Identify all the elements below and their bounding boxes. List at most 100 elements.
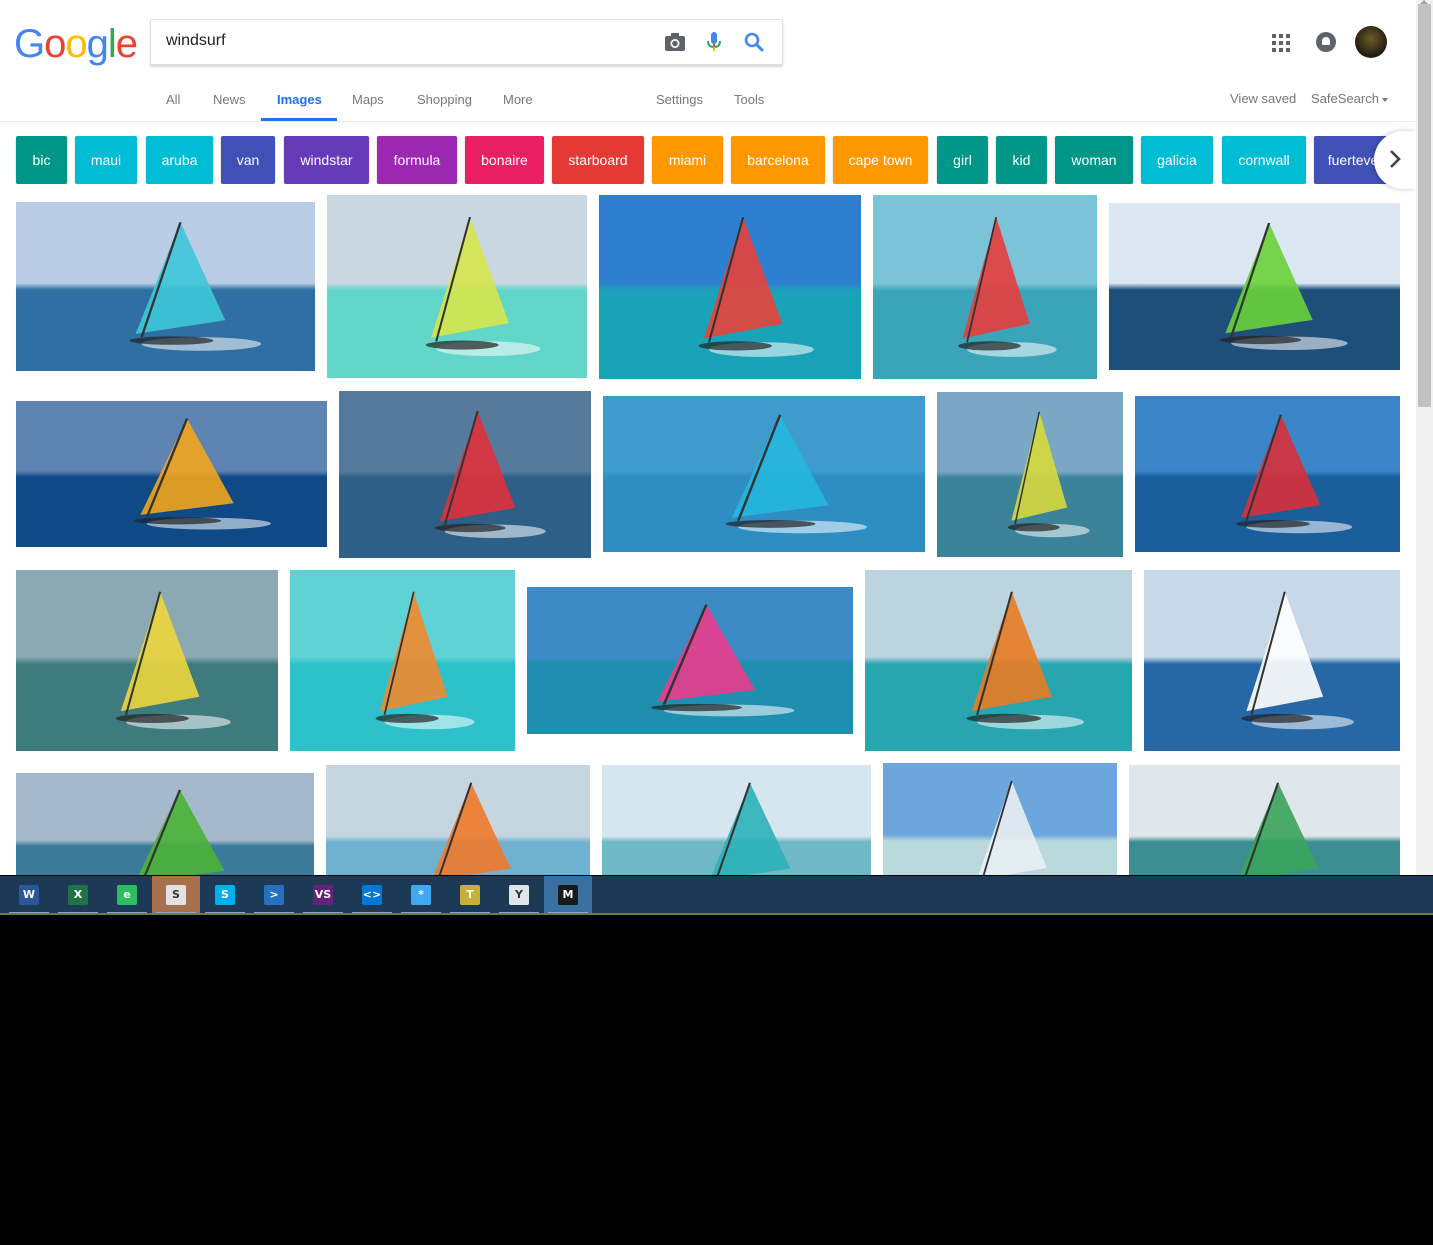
- chip-formula[interactable]: formula: [377, 136, 457, 184]
- taskbar-button[interactable]: S: [152, 876, 200, 914]
- scrollbar-thumb[interactable]: [1418, 4, 1431, 407]
- safesearch-menu[interactable]: SafeSearch: [1311, 91, 1388, 106]
- chip-windstar[interactable]: windstar: [284, 136, 369, 184]
- safesearch-label: SafeSearch: [1311, 91, 1379, 106]
- windsurf-scene: [433, 782, 511, 875]
- windsurf-scene: [375, 591, 475, 730]
- powershell-icon: >: [264, 885, 284, 905]
- windsurf-scene: [138, 789, 225, 875]
- image-result[interactable]: [602, 765, 871, 875]
- taskbar-button[interactable]: M: [544, 876, 592, 914]
- image-result[interactable]: [873, 195, 1097, 379]
- board-shape: [1241, 713, 1313, 723]
- taskbar-button[interactable]: e: [103, 876, 151, 914]
- browser-page: Google All News Images Maps Shopping Mor…: [0, 0, 1416, 875]
- chip-bonaire[interactable]: bonaire: [465, 136, 544, 184]
- taskbar-button[interactable]: <>: [348, 876, 396, 914]
- image-result[interactable]: [865, 570, 1132, 751]
- taskbar-button[interactable]: T: [446, 876, 494, 914]
- taskbar-button[interactable]: VS: [299, 876, 347, 914]
- logo-letter: o: [65, 22, 87, 66]
- logo-letter: l: [107, 22, 117, 66]
- image-result[interactable]: [883, 763, 1117, 875]
- chip-bic[interactable]: bic: [16, 136, 67, 184]
- windsurf-scene: [1007, 411, 1090, 538]
- image-result[interactable]: [16, 570, 278, 751]
- image-result[interactable]: [1109, 203, 1400, 370]
- chip-miami[interactable]: miami: [652, 136, 723, 184]
- board-shape: [425, 340, 499, 350]
- chip-label: woman: [1071, 152, 1117, 168]
- taskbar-accent-line: [0, 913, 1433, 915]
- taskbar-button[interactable]: S: [201, 876, 249, 914]
- chip-kid[interactable]: kid: [996, 136, 1047, 184]
- word-icon: W: [19, 885, 39, 905]
- chip-label: galicia: [1157, 152, 1197, 168]
- chip-girl[interactable]: girl: [937, 136, 988, 184]
- pinwheel-icon: *: [411, 885, 431, 905]
- chip-label: girl: [953, 152, 972, 168]
- chip-starboard[interactable]: starboard: [552, 136, 644, 184]
- chip-galicia[interactable]: galicia: [1141, 136, 1213, 184]
- image-result[interactable]: [599, 195, 861, 379]
- tab-more[interactable]: More: [503, 92, 533, 107]
- camera-icon[interactable]: [663, 30, 687, 54]
- image-result[interactable]: [603, 396, 925, 552]
- board-shape: [1007, 523, 1060, 532]
- image-result[interactable]: [326, 765, 590, 875]
- vertical-scrollbar[interactable]: [1416, 0, 1433, 875]
- image-result[interactable]: [16, 202, 315, 371]
- visual-studio-icon: VS: [313, 885, 333, 905]
- image-result[interactable]: [339, 391, 591, 558]
- taskbar-button[interactable]: >: [250, 876, 298, 914]
- image-result[interactable]: [527, 587, 853, 734]
- chip-label: cornwall: [1238, 152, 1290, 168]
- google-logo[interactable]: Google: [14, 22, 138, 67]
- image-result[interactable]: [1135, 396, 1400, 552]
- tab-all[interactable]: All: [166, 92, 180, 107]
- image-result[interactable]: [1129, 765, 1400, 875]
- image-result[interactable]: [16, 773, 314, 875]
- board-shape: [375, 713, 439, 723]
- image-result[interactable]: [1144, 570, 1400, 751]
- tree-app-icon: Y: [509, 885, 529, 905]
- windsurf-scene: [1241, 591, 1354, 730]
- tab-shopping[interactable]: Shopping: [417, 92, 472, 107]
- tab-settings[interactable]: Settings: [656, 92, 703, 107]
- image-result[interactable]: [290, 570, 515, 751]
- avatar[interactable]: [1355, 26, 1387, 58]
- taskbar-button[interactable]: *: [397, 876, 445, 914]
- taskbar-button[interactable]: Y: [495, 876, 543, 914]
- chip-van[interactable]: van: [221, 136, 275, 184]
- image-result[interactable]: [327, 195, 587, 378]
- chip-maui[interactable]: maui: [75, 136, 137, 184]
- windsurf-scene: [434, 410, 546, 538]
- chip-label: formula: [393, 152, 441, 168]
- search-input[interactable]: [166, 32, 646, 50]
- chip-woman[interactable]: woman: [1055, 136, 1133, 184]
- microphone-icon[interactable]: [702, 30, 726, 54]
- tab-maps[interactable]: Maps: [352, 92, 384, 107]
- search-icon[interactable]: [742, 30, 766, 54]
- skype-icon: S: [215, 885, 235, 905]
- chip-aruba[interactable]: aruba: [146, 136, 213, 184]
- board-shape: [434, 523, 506, 533]
- chip-cape-town[interactable]: cape town: [833, 136, 928, 184]
- chip-label: cape town: [848, 152, 913, 168]
- image-result[interactable]: [16, 401, 327, 547]
- tab-news[interactable]: News: [213, 92, 246, 107]
- apps-grid-icon[interactable]: [1272, 34, 1290, 52]
- chip-label: maui: [90, 152, 122, 168]
- tab-images[interactable]: Images: [277, 92, 322, 107]
- taskbar-button[interactable]: X: [54, 876, 102, 914]
- image-result[interactable]: [937, 392, 1123, 557]
- chevron-right-icon: [1390, 150, 1401, 168]
- tab-tools[interactable]: Tools: [734, 92, 764, 107]
- chip-cornwall[interactable]: cornwall: [1222, 136, 1306, 184]
- view-saved-link[interactable]: View saved: [1230, 91, 1296, 106]
- taskbar-button[interactable]: W: [5, 876, 53, 914]
- chip-barcelona[interactable]: barcelona: [731, 136, 825, 184]
- notifications-icon[interactable]: [1316, 32, 1336, 52]
- logo-letter: g: [86, 22, 109, 66]
- windsurf-scene: [725, 414, 868, 534]
